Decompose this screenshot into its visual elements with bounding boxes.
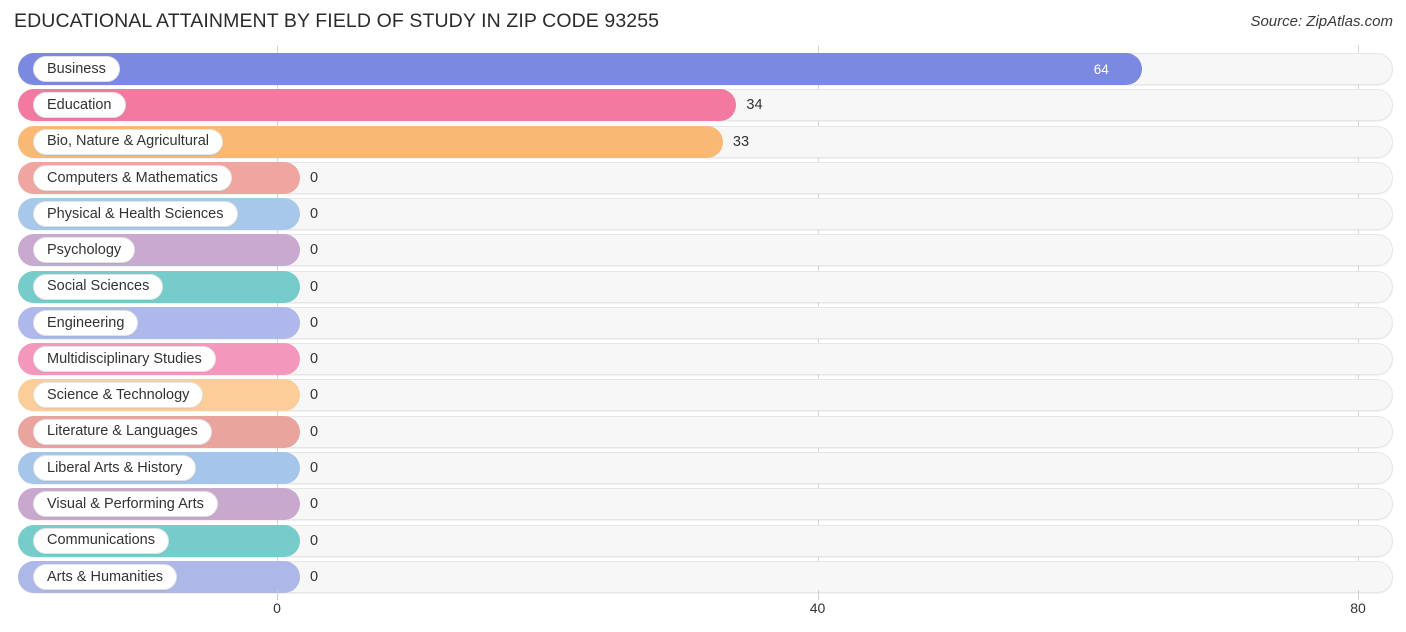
bar-row: Engineering 0 [0, 306, 1406, 339]
bar-row: Science & Technology 0 [0, 379, 1406, 412]
category-label-pill: Liberal Arts & History [33, 454, 197, 481]
bar-value-label: 0 [310, 169, 319, 186]
category-label-pill: Communications [33, 527, 169, 554]
bar-row: Physical & Health Sciences 0 [0, 198, 1406, 231]
bar-row: Social Sciences 0 [0, 270, 1406, 303]
category-label: Literature & Languages [47, 423, 198, 440]
x-axis: 0 40 80 [0, 590, 1406, 632]
bar-row: Visual & Performing Arts 0 [0, 488, 1406, 521]
category-label-pill: Social Sciences [33, 273, 164, 300]
category-label-pill: Engineering [33, 309, 139, 336]
category-label: Science & Technology [47, 387, 190, 404]
category-label-pill: Business [33, 56, 120, 82]
page-title: EDUCATIONAL ATTAINMENT BY FIELD OF STUDY… [14, 10, 660, 32]
category-label-pill: Literature & Languages [33, 418, 212, 445]
category-label: Communications [47, 532, 155, 549]
category-label: Social Sciences [47, 278, 150, 295]
bar-row: Communications 0 [0, 524, 1406, 557]
category-label: Bio, Nature & Agricultural [47, 133, 209, 150]
category-label-pill: Physical & Health Sciences [33, 201, 238, 228]
category-label-pill: Science & Technology [33, 382, 204, 409]
chart-plot-area: Business 64 Education 34 Bio, Nature & Agric… [0, 45, 1406, 596]
x-tick-label: 80 [1350, 600, 1366, 616]
bar-value-label: 0 [310, 459, 319, 476]
x-tick-mark [1358, 590, 1359, 600]
bar-value-label: 0 [310, 496, 319, 513]
x-tick-label: 40 [809, 600, 826, 616]
bar-rows: Business 64 Education 34 Bio, Nature & Agric… [0, 45, 1406, 596]
bar-row: Multidisciplinary Studies 0 [0, 343, 1406, 376]
category-label-pill: Arts & Humanities [33, 563, 178, 590]
bar-value-label: 34 [746, 97, 763, 114]
x-tick-mark [817, 590, 819, 600]
bar-business[interactable] [18, 53, 1142, 85]
category-label: Education [47, 97, 112, 114]
bar-row: Bio, Nature & Agricultural 33 [0, 125, 1406, 158]
category-label: Physical & Health Sciences [47, 205, 224, 222]
bar-row: Liberal Arts & History 0 [0, 451, 1406, 484]
category-label-pill: Education [33, 92, 126, 119]
x-tick-mark [277, 590, 278, 600]
category-label: Multidisciplinary Studies [47, 350, 202, 367]
category-label: Engineering [47, 314, 125, 331]
bar-row: Business 64 [0, 53, 1406, 85]
bar-value-label: 0 [310, 206, 319, 223]
category-label: Liberal Arts & History [47, 459, 183, 476]
category-label: Psychology [47, 242, 122, 259]
source-attribution: Source: ZipAtlas.com [1250, 13, 1393, 30]
category-label-pill: Multidisciplinary Studies [33, 346, 216, 373]
bar-value-label: 33 [732, 133, 750, 150]
bar-value-label: 0 [310, 278, 319, 295]
bar-value-label: 0 [310, 532, 319, 549]
bar-row: Arts & Humanities 0 [0, 560, 1406, 593]
category-label-pill: Visual & Performing Arts [33, 491, 218, 518]
category-label-pill: Bio, Nature & Agricultural [33, 128, 223, 155]
chart-header: EDUCATIONAL ATTAINMENT BY FIELD OF STUDY… [0, 0, 1406, 45]
x-tick-label: 0 [273, 600, 281, 616]
bar-value-label: 0 [310, 568, 319, 585]
bar-value-label: 64 [1093, 61, 1109, 77]
bar-value-label: 0 [310, 387, 319, 404]
category-label-pill: Psychology [33, 237, 136, 264]
bar-value-label: 0 [310, 314, 319, 331]
bar-value-label: 0 [310, 423, 319, 440]
bar-value-label: 0 [310, 242, 319, 259]
category-label: Business [47, 60, 106, 77]
bar-row: Computers & Mathematics 0 [0, 161, 1406, 194]
category-label: Arts & Humanities [47, 568, 164, 585]
bar-value-label: 0 [310, 351, 319, 368]
bar-row: Psychology 0 [0, 234, 1406, 267]
bar-row: Education 34 [0, 89, 1406, 122]
category-label: Computers & Mathematics [47, 169, 218, 186]
bar-row: Literature & Languages 0 [0, 415, 1406, 448]
category-label: Visual & Performing Arts [47, 495, 204, 512]
category-label-pill: Computers & Mathematics [33, 164, 232, 191]
bar-education[interactable] [18, 89, 737, 122]
